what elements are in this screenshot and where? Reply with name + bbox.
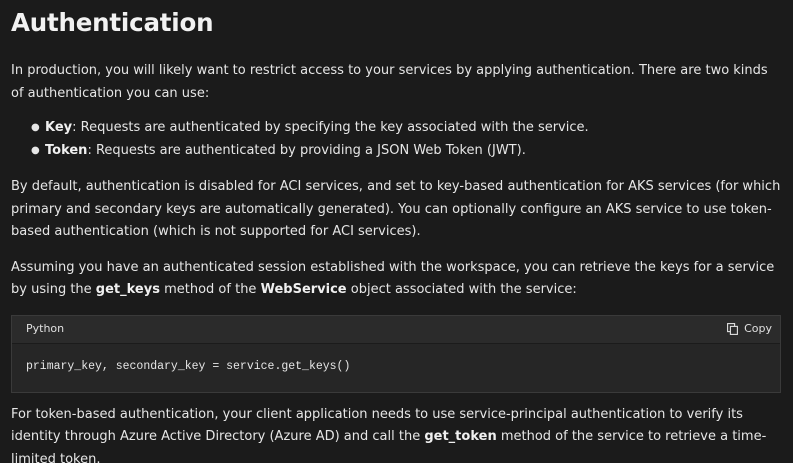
code-body[interactable]: primary_key, secondary_key = service.get…	[12, 343, 780, 392]
get-keys-method: get_keys	[95, 282, 160, 297]
code-block: Python Copy primary_key, secondary_key =…	[11, 314, 781, 393]
list-item-text: : Requests are authenticated by specifyi…	[72, 120, 589, 135]
code-header: Python Copy	[12, 315, 780, 344]
list-item-key: ● Key: Requests are authenticated by spec…	[31, 117, 783, 140]
bullet-icon: ●	[31, 122, 40, 133]
intro-paragraph: In production, you will likely want to r…	[11, 63, 768, 101]
get-keys-paragraph: Assuming you have an authenticated sessi…	[11, 257, 783, 302]
text-span: method of the	[159, 282, 261, 297]
default-auth-paragraph: By default, authentication is disabled f…	[11, 179, 781, 239]
list-item-term: Key	[45, 120, 73, 135]
webservice-object: WebService	[260, 282, 347, 297]
code-language-label: Python	[26, 321, 65, 335]
copy-button[interactable]: Copy	[727, 318, 772, 341]
text-span: object associated with the service:	[346, 282, 577, 297]
bullet-icon: ●	[31, 145, 40, 156]
get-token-method: get_token	[424, 429, 497, 444]
code-line: primary_key, secondary_key = service.get…	[26, 360, 351, 374]
copy-label: Copy	[744, 321, 772, 335]
article: Authentication In production, you will l…	[0, 0, 793, 463]
page-title: Authentication	[11, 8, 214, 37]
auth-types-list: ● Key: Requests are authenticated by spec…	[11, 117, 783, 163]
get-token-paragraph: For token-based authentication, your cli…	[11, 404, 783, 463]
copy-icon	[727, 323, 739, 335]
list-item-token: ● Token: Requests are authenticated by pr…	[31, 140, 783, 163]
list-item-text: : Requests are authenticated by providin…	[87, 143, 526, 158]
list-item-term: Token	[45, 143, 88, 158]
